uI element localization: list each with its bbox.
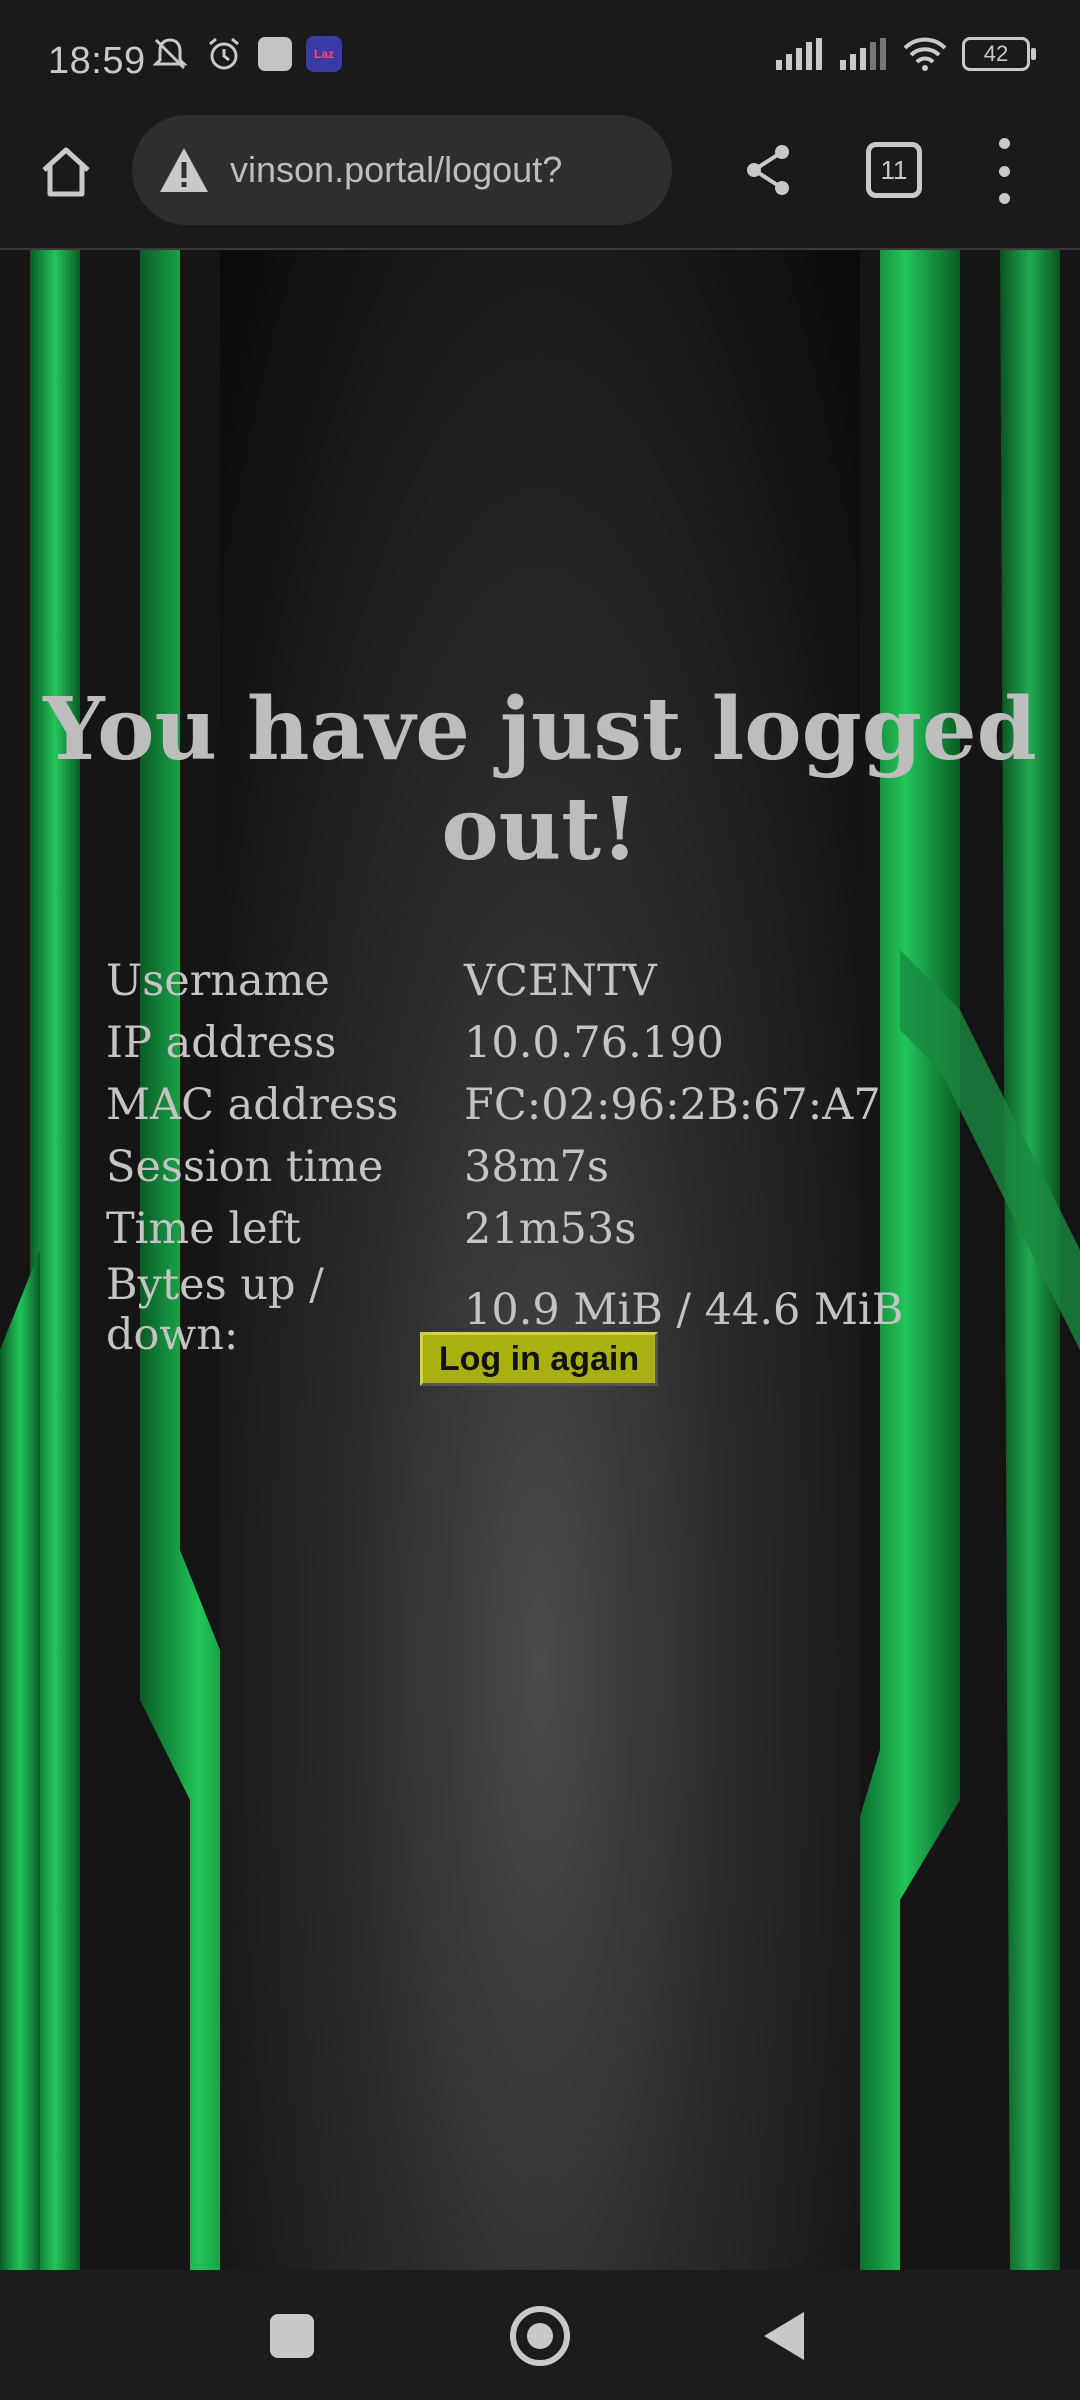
row-label: Bytes up / down: (106, 1260, 324, 1360)
page-content: You have just logged out! Username VCENTV… (0, 250, 1080, 2270)
battery-level: 42 (983, 41, 1009, 66)
lazada-icon: Laz (306, 36, 342, 72)
row-value: VCENTV (464, 956, 657, 1006)
warning-icon[interactable] (158, 144, 210, 196)
app-icon (258, 37, 292, 71)
row-label: Username (106, 956, 330, 1006)
url-text[interactable]: vinson.portal/logout? (230, 149, 562, 191)
signal-2-icon (840, 38, 886, 70)
row-label: Time left (106, 1204, 301, 1254)
table-row: IP address 10.0.76.190 (106, 1012, 903, 1074)
mute-icon (152, 38, 188, 70)
row-label: MAC address (106, 1080, 399, 1130)
address-bar[interactable]: vinson.portal/logout? (132, 115, 672, 225)
page-title: You have just logged out! (43, 679, 1037, 880)
home-icon[interactable] (36, 142, 96, 202)
browser-toolbar: vinson.portal/logout? 11 (0, 112, 1080, 250)
table-row: MAC address FC:02:96:2B:67:A7 (106, 1074, 903, 1136)
row-label: Session time (106, 1142, 384, 1192)
wifi-icon (903, 37, 947, 71)
status-icons-right: 42 (774, 36, 1036, 72)
row-value: 10.0.76.190 (464, 1018, 724, 1068)
battery-icon: 42 (962, 37, 1036, 71)
log-in-again-button[interactable]: Log in again (420, 1332, 658, 1386)
overflow-menu-icon[interactable] (984, 138, 1024, 204)
status-bar: 18:59 Laz 42 (0, 0, 1080, 112)
row-value: FC:02:96:2B:67:A7 (464, 1080, 881, 1130)
session-info-table: Username VCENTV IP address 10.0.76.190 MAC… (106, 950, 903, 1360)
table-row: Username VCENTV (106, 950, 903, 1012)
row-value: 38m7s (464, 1142, 609, 1192)
alarm-icon (209, 37, 239, 70)
lazada-label: Laz (313, 47, 334, 61)
tab-switcher-button[interactable]: 11 (866, 142, 922, 198)
status-time: 18:59 (48, 40, 146, 82)
tab-count: 11 (880, 154, 908, 185)
row-label: IP address (106, 1018, 337, 1068)
table-row: Time left 21m53s (106, 1198, 903, 1260)
table-row: Session time 38m7s (106, 1136, 903, 1198)
row-value: 21m53s (464, 1204, 637, 1254)
system-nav-bar (0, 2270, 1080, 2400)
share-icon[interactable] (740, 142, 796, 198)
back-icon[interactable] (764, 2312, 804, 2360)
home-nav-icon[interactable] (510, 2306, 570, 2366)
recent-apps-icon[interactable] (270, 2314, 314, 2358)
status-icons-left: Laz (150, 34, 342, 74)
signal-1-icon (776, 38, 822, 70)
